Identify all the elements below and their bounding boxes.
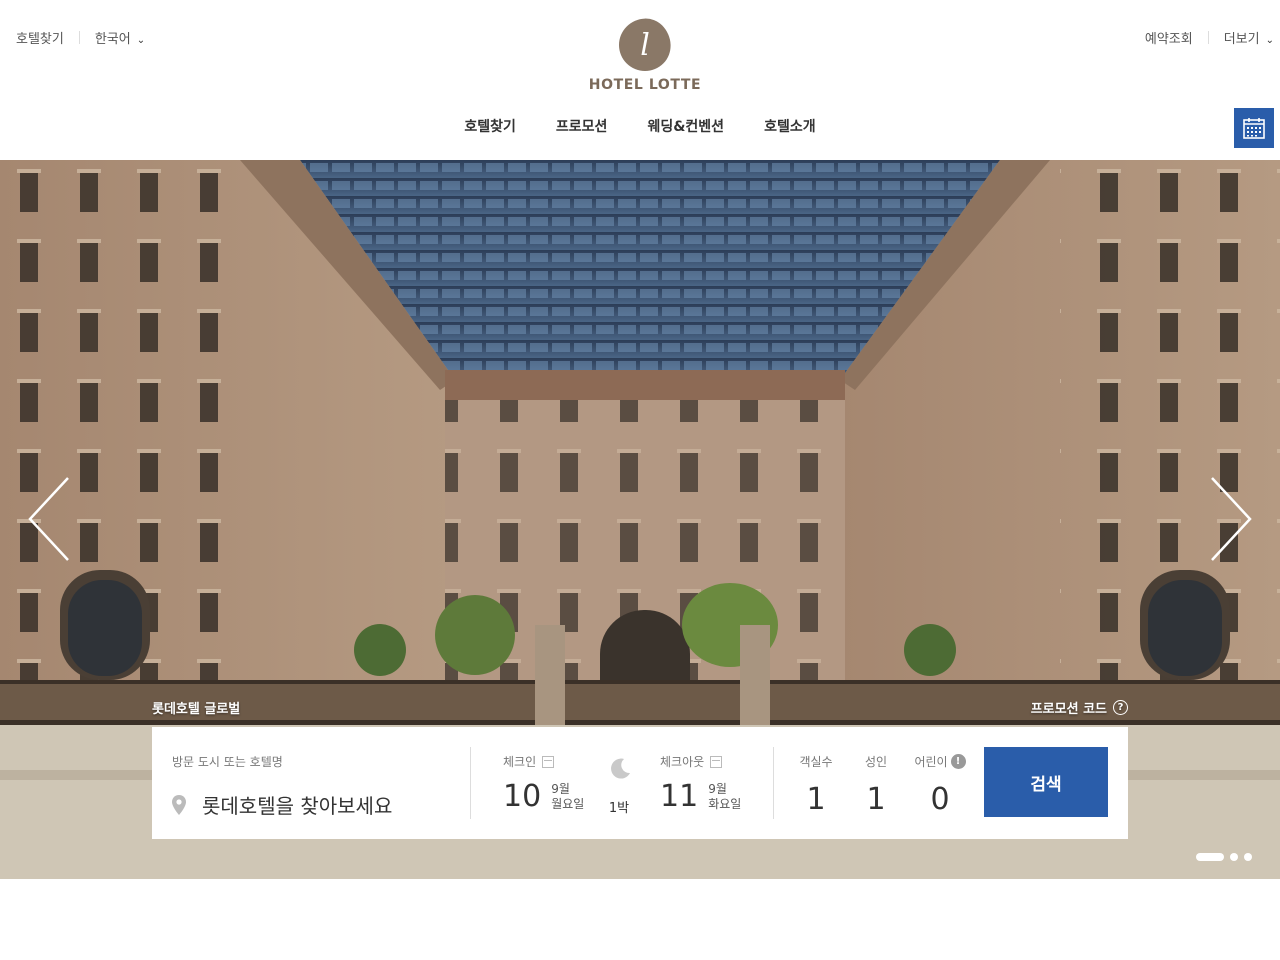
logo-mark-letter: l [640,27,650,63]
destination-label: 방문 도시 또는 호텔명 [172,755,283,769]
checkout-label: 체크아웃 [660,755,705,769]
nav-item-find-hotel[interactable]: 호텔찾기 [464,116,516,136]
info-icon[interactable]: ! [950,754,966,769]
date-selector[interactable]: 체크인 10 9월 월요일 1박 체크아웃 11 9월 화요일 [471,727,773,839]
checkin-label: 체크인 [503,755,537,769]
checkout-weekday: 화요일 [708,797,742,811]
slide-dot-2[interactable] [1230,853,1238,861]
slide-dot-3[interactable] [1244,853,1252,861]
destination-input[interactable]: 롯데호텔을 찾아보세요 [202,790,392,819]
find-hotel-link[interactable]: 호텔찾기 [16,28,64,47]
guest-selector: 객실수 1 성인 1 어린이! 0 [774,727,984,839]
checkin-date[interactable]: 체크인 10 9월 월요일 [503,727,584,814]
adults-field[interactable]: 성인 1 [862,727,890,817]
promo-code-label: 프로모션 코드 [1030,702,1107,717]
rooms-value: 1 [806,782,826,817]
reservation-lookup-link[interactable]: 예약조회 [1145,28,1193,47]
more-menu[interactable]: 더보기 ⌄ [1224,28,1274,47]
moon-icon [611,758,630,779]
promo-code-toggle[interactable]: 프로모션 코드 ? [1031,698,1128,717]
language-label: 한국어 [94,32,131,47]
calendar-button[interactable] [1234,108,1274,148]
slide-dot-1[interactable] [1196,853,1224,861]
booking-panel: 방문 도시 또는 호텔명 롯데호텔을 찾아보세요 체크인 10 9월 월요일 1… [152,727,1128,839]
chevron-down-icon: ⌄ [136,35,146,46]
rooms-label: 객실수 [799,755,833,769]
utility-right: 예약조회 더보기 ⌄ [1145,28,1274,47]
destination-field[interactable]: 방문 도시 또는 호텔명 롯데호텔을 찾아보세요 [152,727,470,839]
utility-left: 호텔찾기 한국어 ⌄ [16,28,145,47]
search-button[interactable]: 검색 [984,747,1108,817]
children-value: 0 [930,782,950,817]
help-icon[interactable]: ? [1113,700,1128,715]
adults-label: 성인 [864,755,888,769]
checkout-month: 9월 [708,782,727,796]
hotel-lotte-logo[interactable]: l HOTEL LOTTE [586,8,704,95]
divider [1207,31,1209,44]
main-nav: 호텔찾기 프로모션 웨딩&컨벤션 호텔소개 [0,116,1280,136]
children-field[interactable]: 어린이! 0 [911,727,969,817]
more-label: 더보기 [1223,32,1260,47]
checkout-day: 11 [660,779,699,814]
prev-slide-button[interactable] [24,474,74,564]
rooms-field[interactable]: 객실수 1 [798,727,834,817]
checkout-date[interactable]: 체크아웃 11 9월 화요일 [660,727,741,814]
location-pin-icon [172,794,186,815]
children-label: 어린이 [914,755,948,769]
checkin-weekday: 월요일 [551,797,585,811]
logo-mark: l [608,8,682,82]
checkin-day: 10 [503,779,542,814]
adults-value: 1 [866,782,886,817]
arrow-left-icon [28,477,69,561]
nights-count: 1박 [608,801,630,816]
language-select[interactable]: 한국어 ⌄ [95,28,145,47]
calendar-icon [542,755,555,768]
nav-item-wedding-convention[interactable]: 웨딩&컨벤션 [647,116,724,136]
slide-pagination [1196,853,1252,861]
site-header: 호텔찾기 한국어 ⌄ l HOTEL LOTTE 예약조회 더보기 ⌄ 호텔찾기 프… [0,0,1280,160]
brand-tab-label[interactable]: 롯데호텔 글로벌 [152,698,240,717]
next-slide-button[interactable] [1206,474,1256,564]
nav-item-promotion[interactable]: 프로모션 [556,116,608,136]
calendar-icon [1243,118,1265,139]
hero-slider: 롯데호텔 글로벌 프로모션 코드 ? 방문 도시 또는 호텔명 롯데호텔을 찾아… [0,160,1280,879]
checkin-month: 9월 [551,782,570,796]
calendar-icon [710,755,723,768]
nav-item-about-hotel[interactable]: 호텔소개 [764,116,816,136]
chevron-down-icon: ⌄ [1265,35,1274,46]
nights-indicator: 1박 [609,753,633,816]
divider [78,31,80,44]
logo-text: HOTEL LOTTE [588,77,702,93]
arrow-right-icon [1211,477,1252,561]
